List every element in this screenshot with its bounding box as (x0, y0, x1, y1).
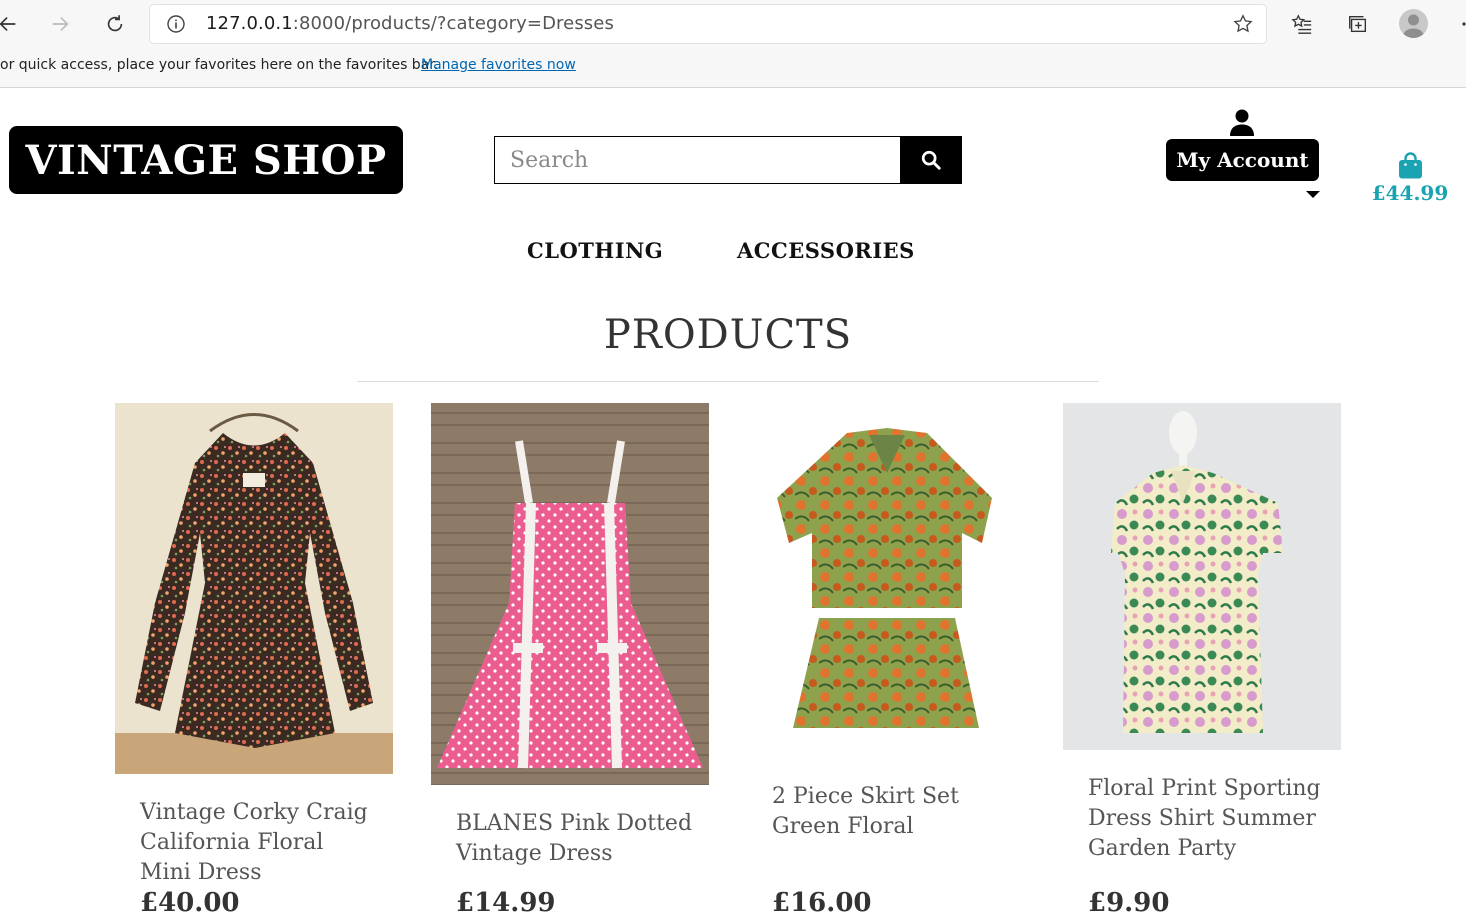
product-image[interactable] (431, 403, 709, 785)
product-price: £16.00 (772, 888, 872, 912)
address-bar[interactable]: 127.0.0.1:8000/products/?category=Dresse… (150, 5, 1266, 43)
favorites-list-icon[interactable] (1290, 12, 1314, 36)
page-title: PRODUCTS (603, 312, 853, 358)
favorite-star-icon[interactable] (1232, 13, 1254, 35)
search-icon (921, 150, 941, 170)
favorites-message: or quick access, place your favorites he… (0, 57, 439, 73)
product-name[interactable]: Vintage Corky Craig California Floral Mi… (140, 798, 380, 888)
main-nav: CLOTHING ACCESSORIES (0, 238, 1466, 278)
product-price: £40.00 (140, 888, 240, 912)
product-name[interactable]: BLANES Pink Dotted Vintage Dress (456, 809, 696, 869)
nav-clothing[interactable]: CLOTHING (527, 238, 663, 263)
search-input[interactable] (494, 136, 900, 184)
more-menu-icon[interactable] (1456, 12, 1466, 36)
my-account-button[interactable]: My Account (1166, 139, 1319, 181)
product-image[interactable] (747, 403, 1025, 758)
forward-arrow-icon[interactable] (44, 8, 76, 40)
browser-toolbar: 127.0.0.1:8000/products/?category=Dresse… (0, 0, 1466, 48)
product-image[interactable] (115, 403, 393, 774)
product-price: £14.99 (456, 888, 556, 912)
product-name[interactable]: Floral Print Sporting Dress Shirt Summer… (1088, 774, 1328, 864)
back-arrow-icon[interactable] (0, 8, 24, 40)
manage-favorites-link[interactable]: Manage favorites now (421, 57, 576, 73)
url-path: :8000/products/?category=Dresses (292, 13, 614, 34)
site-info-icon[interactable] (166, 14, 186, 34)
favorites-bar: or quick access, place your favorites he… (0, 48, 1466, 88)
nav-accessories[interactable]: ACCESSORIES (737, 238, 915, 263)
refresh-icon[interactable] (99, 8, 131, 40)
profile-avatar[interactable] (1399, 9, 1428, 38)
account-dropdown-caret-icon[interactable] (1306, 191, 1320, 198)
search-button[interactable] (900, 136, 962, 184)
user-icon[interactable] (1229, 108, 1255, 136)
url-host: 127.0.0.1 (206, 13, 293, 34)
url-text[interactable]: 127.0.0.1:8000/products/?category=Dresse… (206, 13, 614, 34)
bag-total[interactable]: £44.99 (1360, 181, 1460, 205)
title-divider (357, 381, 1099, 382)
product-image[interactable] (1063, 403, 1341, 750)
shopping-bag-icon[interactable] (1398, 152, 1423, 179)
product-price: £9.90 (1088, 888, 1170, 912)
site-logo[interactable]: VINTAGE SHOP (9, 126, 403, 194)
collections-icon[interactable] (1346, 12, 1370, 36)
product-name[interactable]: 2 Piece Skirt Set Green Floral (772, 782, 1012, 842)
